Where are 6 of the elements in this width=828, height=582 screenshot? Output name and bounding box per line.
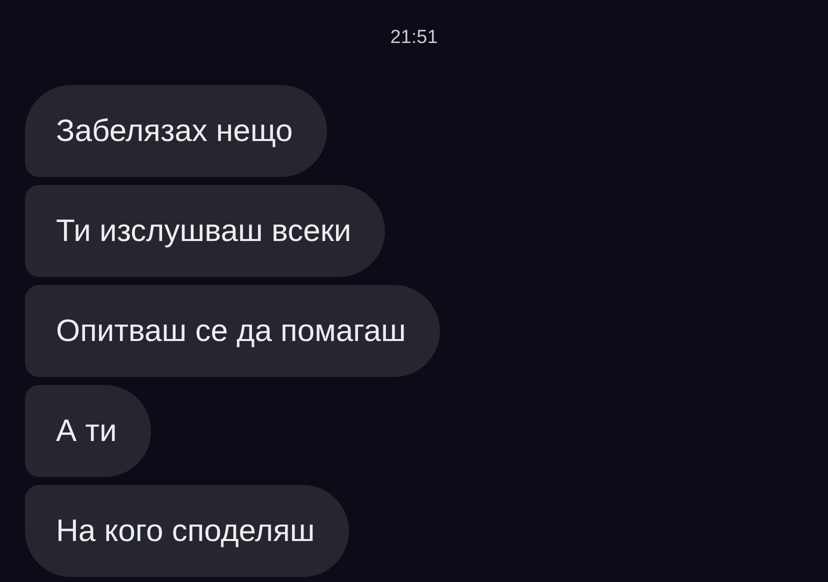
message-bubble: Забелязах нещо: [25, 85, 327, 177]
message-bubble: Опитваш се да помагаш: [25, 285, 440, 377]
message-bubble: На кого споделяш: [25, 485, 349, 577]
timestamp: 21:51: [390, 27, 438, 48]
message-bubble: Ти изслушваш всеки: [25, 185, 386, 277]
message-bubble: А ти: [25, 385, 151, 477]
